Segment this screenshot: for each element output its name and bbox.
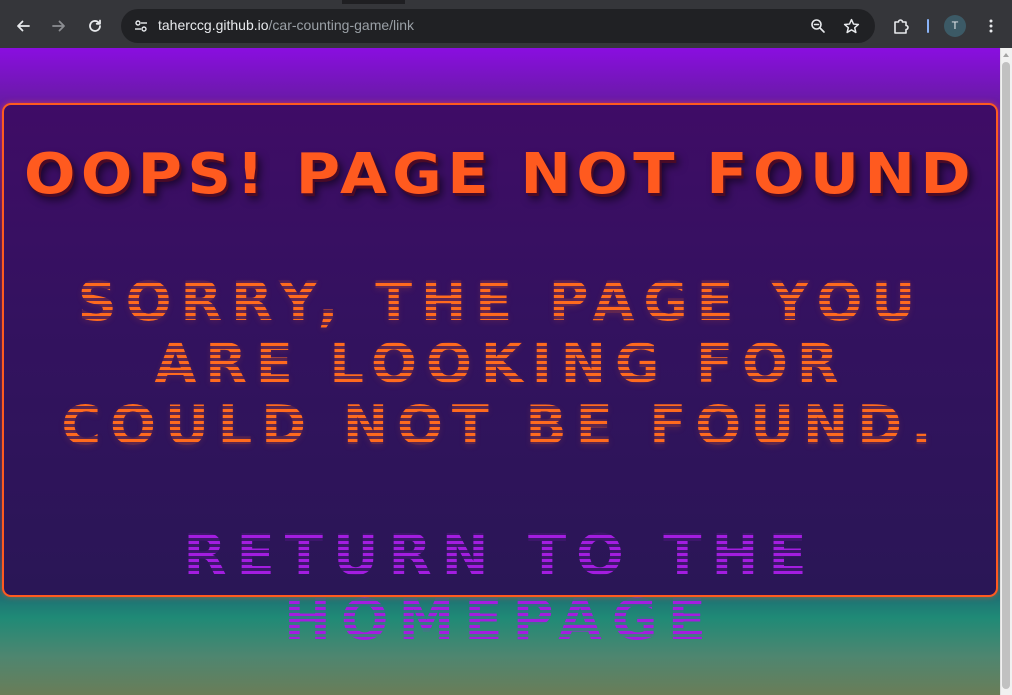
- profile-avatar[interactable]: T: [944, 15, 966, 37]
- address-bar[interactable]: taherccg.github.io/car-counting-game/lin…: [121, 9, 875, 43]
- toolbar-divider: [927, 19, 929, 33]
- tune-icon: [135, 20, 147, 32]
- error-message: Sorry, the page you are looking for coul…: [61, 270, 941, 457]
- star-icon: [843, 18, 859, 33]
- kebab-menu-icon: [989, 19, 993, 33]
- extensions-button[interactable]: [887, 12, 915, 40]
- browser-toolbar: taherccg.github.io/car-counting-game/lin…: [0, 4, 1012, 48]
- reload-button[interactable]: [81, 12, 109, 40]
- forward-button[interactable]: [45, 12, 73, 40]
- return-home-link[interactable]: Return to the Homepage: [4, 523, 996, 653]
- arrow-right-icon: [52, 20, 65, 32]
- bookmark-button[interactable]: [839, 14, 863, 38]
- arrow-left-icon: [17, 20, 30, 32]
- zoom-out-icon: [811, 19, 825, 33]
- site-info-button[interactable]: [129, 14, 153, 38]
- url-text[interactable]: taherccg.github.io/car-counting-game/lin…: [158, 17, 414, 33]
- page-title: Oops! Page Not Found: [24, 142, 976, 207]
- zoom-button[interactable]: [806, 14, 830, 38]
- page-viewport: Oops! Page Not Found Sorry, the page you…: [0, 48, 1000, 695]
- reload-icon: [89, 19, 101, 32]
- scrollbar-thumb[interactable]: [1002, 62, 1010, 689]
- menu-button[interactable]: [977, 12, 1005, 40]
- back-button[interactable]: [9, 12, 37, 40]
- error-card: Oops! Page Not Found Sorry, the page you…: [2, 103, 998, 653]
- puzzle-icon: [894, 19, 909, 34]
- url-path: /car-counting-game/link: [268, 17, 415, 33]
- scroll-up-arrow-icon[interactable]: [1003, 53, 1009, 57]
- url-host: taherccg.github.io: [158, 17, 269, 33]
